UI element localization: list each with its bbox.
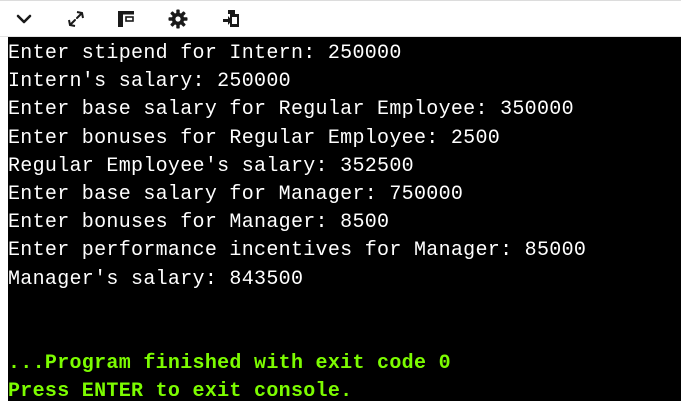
output-line: Enter bonuses for Regular Employee: 2500	[8, 126, 501, 150]
output-line: Enter base salary for Regular Employee: …	[8, 98, 574, 122]
output-line: Intern's salary: 250000	[8, 70, 291, 94]
exit-status-line: ...Program finished with exit code 0	[8, 352, 451, 376]
console-output-lines: Enter stipend for Intern: 250000 Intern'…	[8, 40, 586, 401]
output-line: Enter stipend for Intern: 250000	[8, 42, 402, 65]
chevron-down-icon	[16, 14, 32, 24]
output-line: Manager's salary: 843500	[8, 267, 304, 291]
output-line: Enter base salary for Manager: 750000	[8, 182, 464, 206]
console-toolbar	[0, 1, 681, 37]
output-line: Enter performance incentives for Manager…	[8, 239, 587, 263]
share-button[interactable]	[217, 5, 245, 33]
share-icon	[223, 10, 239, 27]
exit-prompt-line: Press ENTER to exit console.	[8, 380, 353, 401]
output-line: Regular Employee's salary: 352500	[8, 154, 414, 178]
settings-button[interactable]	[164, 5, 192, 33]
output-line: Enter bonuses for Manager: 8500	[8, 211, 390, 235]
layout-toggle-button[interactable]	[112, 5, 140, 33]
console-output-panel[interactable]: Enter stipend for Intern: 250000 Intern'…	[8, 37, 681, 401]
online-compiler-output-window: Enter stipend for Intern: 250000 Intern'…	[0, 0, 681, 401]
expand-icon	[68, 11, 84, 27]
gear-icon	[168, 9, 188, 29]
collapse-button[interactable]	[10, 5, 38, 33]
layout-icon	[118, 11, 134, 27]
expand-button[interactable]	[62, 5, 90, 33]
